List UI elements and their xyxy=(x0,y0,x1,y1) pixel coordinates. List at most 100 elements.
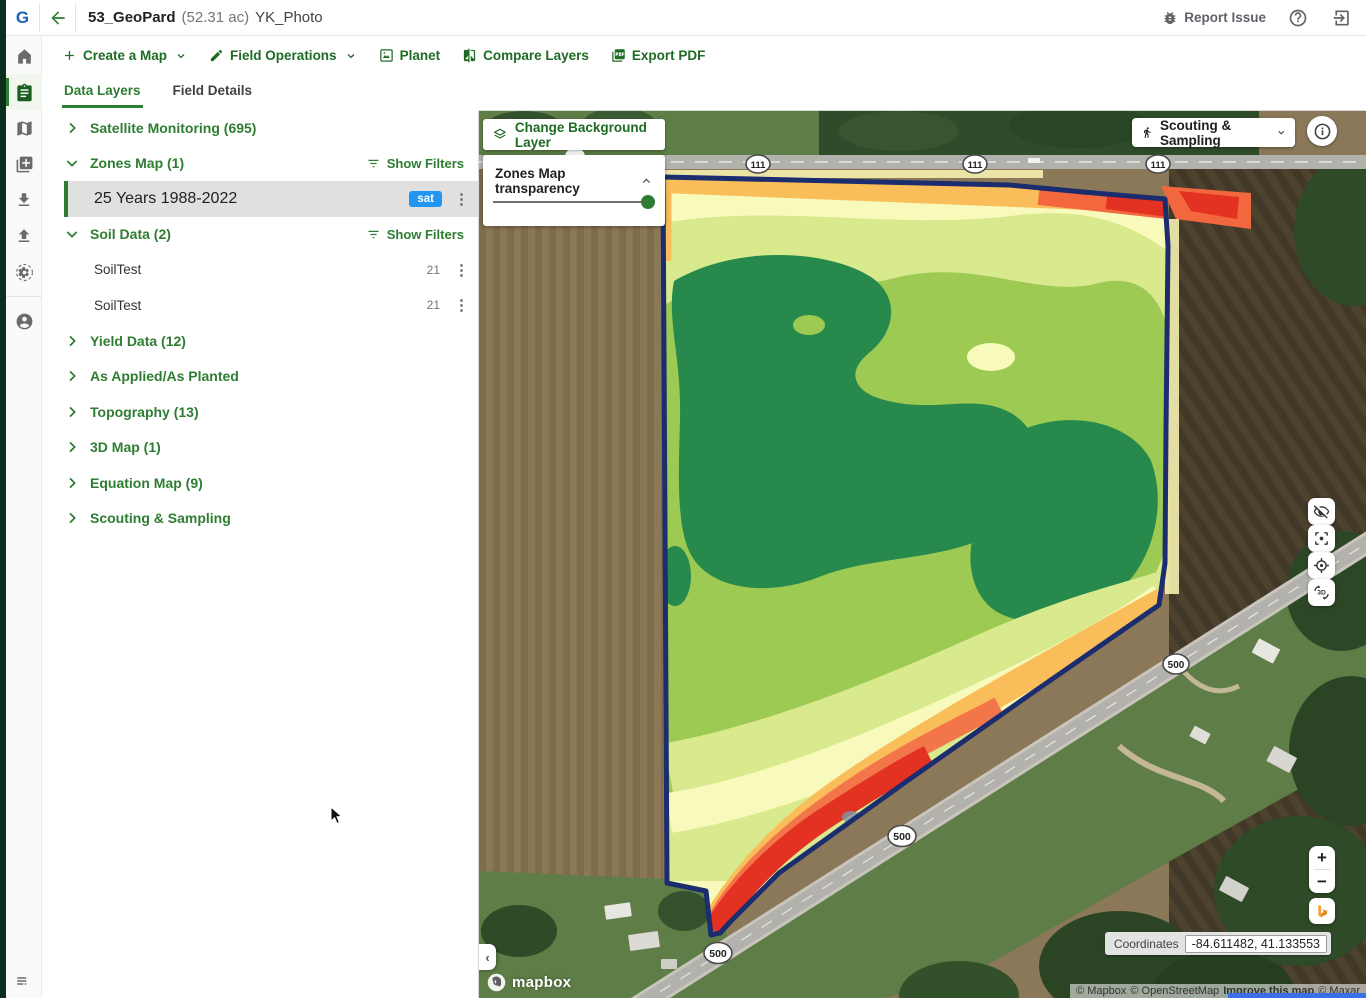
create-map-button[interactable]: Create a Map xyxy=(62,48,187,63)
sidebar-item-download[interactable] xyxy=(6,182,42,218)
planet-button[interactable]: Planet xyxy=(379,48,441,63)
mapbox-logo[interactable]: mapbox xyxy=(486,972,571,993)
item-menu-button[interactable]: ⋮ xyxy=(454,296,464,314)
plus-icon xyxy=(62,48,77,63)
soil-show-filters-button[interactable]: Show Filters xyxy=(366,227,464,242)
toggle-labels-button[interactable] xyxy=(1308,498,1335,525)
tree-section-yield-data[interactable]: Yield Data (12) xyxy=(42,323,478,359)
tab-field-details[interactable]: Field Details xyxy=(171,75,255,108)
soil-test-item[interactable]: SoilTest 21 ⋮ xyxy=(42,252,478,288)
planet-label: Planet xyxy=(400,48,441,63)
map-info-button[interactable] xyxy=(1307,116,1337,146)
change-background-label: Change Background Layer xyxy=(515,120,655,150)
upload-icon xyxy=(15,227,33,245)
zoom-out-button[interactable]: − xyxy=(1309,870,1335,893)
svg-text:500: 500 xyxy=(893,831,911,843)
sidebar-item-home[interactable] xyxy=(6,38,42,74)
tab-data-layers[interactable]: Data Layers xyxy=(62,75,143,108)
sidebar-item-maps[interactable] xyxy=(6,110,42,146)
chevron-up-icon[interactable] xyxy=(640,174,653,188)
tree-section-topography[interactable]: Topography (13) xyxy=(42,394,478,430)
svg-text:111: 111 xyxy=(1151,160,1167,171)
chevron-left-icon: ‹ xyxy=(485,950,489,965)
panel-tabs: Data Layers Field Details xyxy=(62,75,254,108)
sidebar-item-upload[interactable] xyxy=(6,218,42,254)
satellite-imagery: 111 111 111 500 500 500 xyxy=(479,111,1366,998)
icon-sidebar xyxy=(6,36,42,998)
back-arrow-icon xyxy=(48,8,68,28)
zones-map-item-selected[interactable]: 25 Years 1988-2022 sat ⋮ xyxy=(64,181,478,217)
tree-section-satellite-monitoring[interactable]: Satellite Monitoring (695) xyxy=(42,110,478,146)
coordinates-label: Coordinates xyxy=(1114,937,1179,951)
coordinates-value[interactable]: -84.611482, 41.133553 xyxy=(1185,935,1327,953)
report-issue-label: Report Issue xyxy=(1184,10,1266,25)
transparency-slider[interactable] xyxy=(493,195,655,209)
field-operations-button[interactable]: Field Operations xyxy=(209,48,357,63)
chevron-down-icon xyxy=(345,50,357,62)
bing-imagery-button[interactable] xyxy=(1309,898,1335,924)
planet-imagery-icon xyxy=(379,48,394,63)
account-icon xyxy=(15,312,34,331)
slider-thumb[interactable] xyxy=(641,195,655,209)
sidebar-item-account[interactable] xyxy=(6,303,42,339)
my-location-button[interactable] xyxy=(1308,552,1335,579)
zoom-in-button[interactable]: + xyxy=(1309,846,1335,869)
crop-rows-west xyxy=(479,169,663,889)
layer-label: 25 Years 1988-2022 xyxy=(94,190,237,208)
walking-person-icon xyxy=(1141,125,1153,140)
tree-section-scouting-sampling[interactable]: Scouting & Sampling xyxy=(42,501,478,537)
sidebar-item-field-data[interactable] xyxy=(6,74,42,110)
sidebar-item-processing[interactable] xyxy=(6,254,42,290)
mapbox-wordmark: mapbox xyxy=(512,974,571,991)
tree-section-zones-map[interactable]: Zones Map (1) Show Filters xyxy=(42,146,478,182)
compare-layers-button[interactable]: Compare Layers xyxy=(462,48,589,63)
tree-section-3d-map[interactable]: 3D Map (1) xyxy=(42,430,478,466)
attribution-mapbox[interactable]: © Mapbox xyxy=(1076,985,1126,997)
layer-label: SoilTest xyxy=(94,262,141,277)
soil-test-item[interactable]: SoilTest 21 ⋮ xyxy=(42,288,478,324)
chevron-right-icon xyxy=(64,120,80,136)
item-menu-button[interactable]: ⋮ xyxy=(454,190,464,208)
export-pdf-button[interactable]: Export PDF xyxy=(611,48,706,63)
library-add-icon xyxy=(15,155,34,174)
chevron-right-icon xyxy=(64,439,80,455)
help-icon xyxy=(1288,8,1308,28)
section-label: Equation Map (9) xyxy=(90,475,203,491)
zones-show-filters-button[interactable]: Show Filters xyxy=(366,156,464,171)
road-shield-111: 111 xyxy=(1146,155,1170,173)
field-name: 53_GeoPard xyxy=(88,9,176,26)
sidebar-item-legend[interactable] xyxy=(6,972,42,990)
bing-logo-icon xyxy=(1315,904,1330,919)
back-button[interactable] xyxy=(40,8,75,28)
map-canvas[interactable]: 111 111 111 500 500 500 xyxy=(478,110,1366,998)
svg-text:500: 500 xyxy=(709,948,727,960)
building xyxy=(661,959,677,969)
pencil-icon xyxy=(209,48,224,63)
item-menu-button[interactable]: ⋮ xyxy=(454,261,464,279)
bug-icon xyxy=(1162,10,1178,26)
info-icon xyxy=(1313,122,1332,141)
pdf-icon xyxy=(611,48,626,63)
sidebar-item-add-layer[interactable] xyxy=(6,146,42,182)
slider-track[interactable] xyxy=(493,201,655,203)
vehicle xyxy=(1028,158,1040,163)
tree-section-soil-data[interactable]: Soil Data (2) Show Filters xyxy=(42,217,478,253)
farm-name: YK_Photo xyxy=(255,9,323,26)
logout-button[interactable] xyxy=(1330,8,1350,28)
tree-section-equation-map[interactable]: Equation Map (9) xyxy=(42,465,478,501)
sidebar-divider xyxy=(6,296,42,297)
change-background-layer-button[interactable]: Change Background Layer xyxy=(483,119,665,150)
chevron-down-icon xyxy=(175,50,187,62)
tree-section-as-applied[interactable]: As Applied/As Planted xyxy=(42,359,478,395)
road-shield-500: 500 xyxy=(1163,654,1189,674)
attribution-osm[interactable]: © OpenStreetMap xyxy=(1130,985,1219,997)
help-button[interactable] xyxy=(1288,8,1308,28)
toggle-3d-button[interactable]: 3D xyxy=(1308,579,1335,606)
scouting-sampling-mode-button[interactable]: Scouting & Sampling xyxy=(1132,118,1295,147)
export-pdf-label: Export PDF xyxy=(632,48,706,63)
collapse-panel-button[interactable]: ‹ xyxy=(479,944,496,970)
report-issue-button[interactable]: Report Issue xyxy=(1162,10,1266,26)
fit-field-button[interactable] xyxy=(1308,525,1335,552)
geopard-logo[interactable]: G xyxy=(6,8,39,28)
section-label: Yield Data (12) xyxy=(90,333,186,349)
